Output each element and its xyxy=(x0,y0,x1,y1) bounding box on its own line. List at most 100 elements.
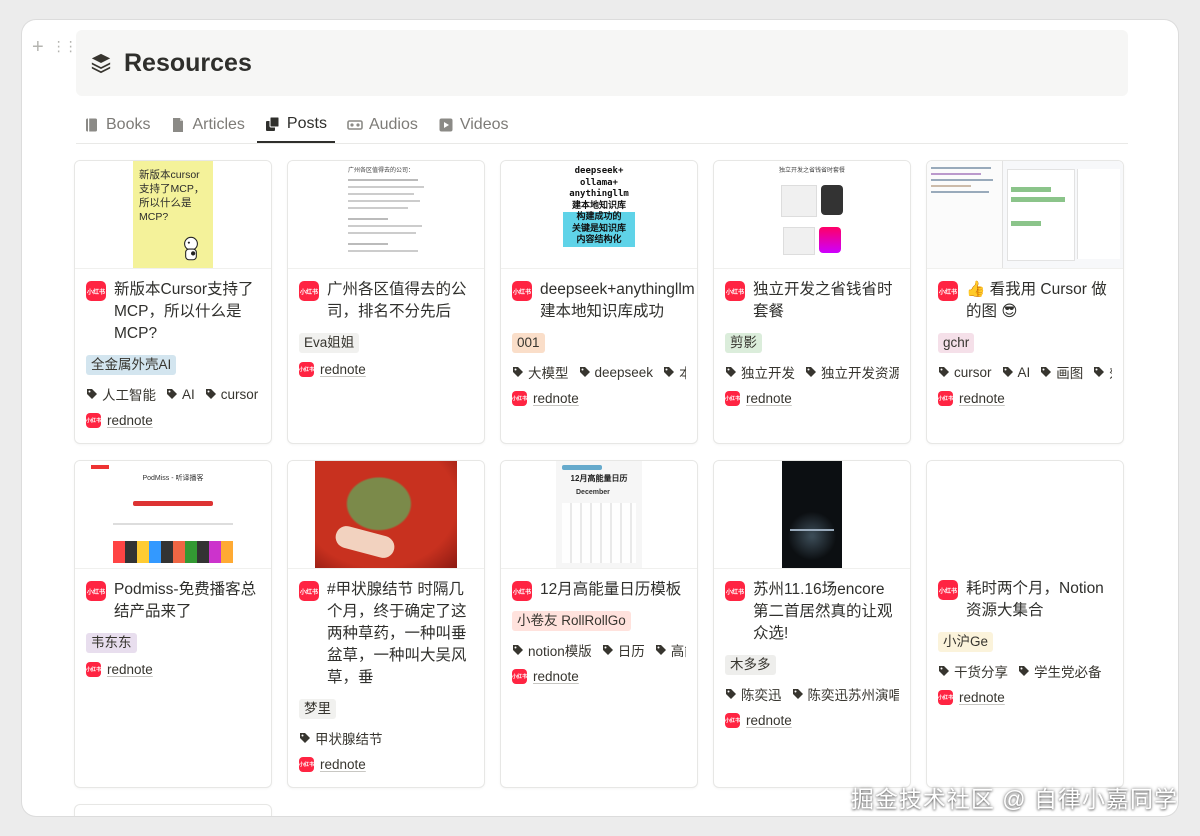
rednote-icon: 小红书 xyxy=(299,281,319,301)
gallery-card[interactable]: 广州各区值得去的公司： 小红书 广州各区值得去的公司，排名不分先后 Eva姐姐 … xyxy=(287,160,485,444)
source-link[interactable]: 小红书 rednote xyxy=(86,662,260,677)
tab-label: Books xyxy=(106,115,151,133)
rednote-icon: 小红书 xyxy=(512,669,527,684)
card-cover-image xyxy=(927,461,1123,568)
cover-text: 建本地知识库 xyxy=(571,200,626,211)
tag-icon xyxy=(726,689,736,699)
tab-books[interactable]: Books xyxy=(76,106,158,143)
tab-audios[interactable]: Audios xyxy=(339,106,426,143)
rednote-icon: 小红书 xyxy=(938,281,958,301)
tag-item: 人工智能 xyxy=(86,384,156,404)
cover-text: anythingllm xyxy=(569,189,629,199)
watermark: 掘金技术社区 @ 自律小嘉同学 xyxy=(850,786,1178,812)
gallery-card[interactable]: 小红书 耗时两个月，Notion资源大集合 小沪Ge 干货分享 学生党必备 效率… xyxy=(926,460,1124,788)
tag-item: cursor xyxy=(938,362,992,382)
card-title: 耗时两个月，Notion资源大集合 xyxy=(966,580,1104,619)
tag-list: 大模型 deepseek 本地 xyxy=(512,362,686,382)
tab-label: Articles xyxy=(192,115,245,133)
database-header: Resources xyxy=(76,30,1128,96)
rednote-icon: 小红书 xyxy=(938,391,953,406)
author-badge: 小沪Ge xyxy=(938,632,994,652)
card-cover-image: 广州各区值得去的公司： xyxy=(288,161,484,269)
tag-list: 甲状腺结节 xyxy=(299,728,473,748)
card-cover-image: 新版本cursor 支持了MCP， 所以什么是 MCP? xyxy=(75,161,271,269)
cover-text: 广州各区值得去的公司： xyxy=(348,168,415,174)
document-icon xyxy=(173,117,184,132)
tag-icon xyxy=(655,645,666,655)
tab-posts[interactable]: Posts xyxy=(256,106,335,143)
rednote-icon: 小红书 xyxy=(86,413,101,428)
source-link[interactable]: 小红书 rednote xyxy=(299,362,473,377)
gallery-card[interactable]: 新版本cursor 支持了MCP， 所以什么是 MCP? 小红书 新版本Curs… xyxy=(74,160,272,444)
rednote-icon: 小红书 xyxy=(299,757,314,772)
tag-list: 独立开发 独立开发资源 xyxy=(725,362,899,382)
card-cover-image xyxy=(288,461,484,569)
video-icon xyxy=(439,118,453,131)
tag-icon xyxy=(300,733,310,743)
rednote-icon: 小红书 xyxy=(512,581,532,601)
author-badge: 剪影 xyxy=(725,333,762,353)
tag-item: 陈奕迅 xyxy=(725,684,782,704)
tag-item: 学生党必备 xyxy=(1018,661,1102,681)
rednote-icon: 小红书 xyxy=(512,391,527,406)
tag-icon xyxy=(806,367,816,377)
rednote-icon: 小红书 xyxy=(86,281,106,301)
tag-icon xyxy=(1019,666,1029,676)
source-link[interactable]: 小红书 rednote xyxy=(86,413,260,428)
author-badge: 木多多 xyxy=(725,655,776,675)
stack-icon xyxy=(91,53,111,74)
source-link[interactable]: 小红书 rednote xyxy=(725,391,899,406)
tab-articles[interactable]: Articles xyxy=(162,106,252,143)
cover-text: 关键是知识库 xyxy=(563,223,635,235)
dog-illustration xyxy=(184,236,198,261)
audio-icon xyxy=(347,119,363,130)
tab-label: Audios xyxy=(368,115,418,133)
gallery-card[interactable] xyxy=(74,804,272,816)
tag-list: 人工智能 AI cursor xyxy=(86,384,260,404)
source-link[interactable]: 小红书 rednote xyxy=(512,669,686,684)
tag-item: AI xyxy=(166,384,195,404)
rednote-icon: 小红书 xyxy=(299,362,314,377)
tag-icon xyxy=(579,367,590,377)
source-link[interactable]: 小红书 rednote xyxy=(938,690,1112,705)
card-cover-image: 独立开发之省钱省时套餐 xyxy=(714,161,910,269)
gallery-card[interactable]: PodMiss - 听译播客 小红书 Podmiss-免费播客总结产品来了 韦东… xyxy=(74,460,272,788)
author-badge: 001 xyxy=(512,333,545,353)
source-link[interactable]: 小红书 rednote xyxy=(512,391,686,406)
tag-item: cursor xyxy=(205,384,258,404)
source-link[interactable]: 小红书 rednote xyxy=(725,713,899,728)
rednote-icon: 小红书 xyxy=(938,580,958,600)
tag-icon xyxy=(939,367,949,377)
drag-handle-icon[interactable]: ⋮⋮ xyxy=(52,36,78,59)
tag-icon xyxy=(513,367,523,377)
card-title: #甲状腺结节 时隔几个月，终于确定了这两种草药，一种叫垂盆草，一种叫大吴风草，垂 xyxy=(327,581,467,686)
gallery-card[interactable]: 小红书 苏州11.16场encore第二首居然真的让观众选! 木多多 陈奕迅 陈… xyxy=(713,460,911,788)
card-cover-image xyxy=(714,461,910,569)
source-link[interactable]: 小红书 rednote xyxy=(938,391,1112,406)
block-gutter: + ⋮⋮ xyxy=(32,36,78,59)
gallery-card[interactable]: 独立开发之省钱省时套餐 小红书 独立开发之省钱省时套餐 剪影 独立开发 独立开发… xyxy=(713,160,911,444)
cover-text: deepseek+ xyxy=(574,166,624,176)
tag-item: deepseek xyxy=(579,362,653,382)
tag-item: 效率 xyxy=(1112,661,1113,681)
posts-icon xyxy=(265,116,280,131)
gallery-card[interactable]: 12月高能量日历 December 小红书 12月高能量日历模板 小卷友 Rol… xyxy=(500,460,698,788)
source-link[interactable]: 小红书 rednote xyxy=(299,757,473,772)
gallery-card[interactable]: deepseek+ ollama+ anythingllm 建本地知识库 构建成… xyxy=(500,160,698,444)
tab-videos[interactable]: Videos xyxy=(430,106,517,143)
tag-item: 画图 xyxy=(1040,362,1083,382)
add-block-icon[interactable]: + xyxy=(32,36,44,59)
author-badge: 全金属外壳AI xyxy=(86,355,177,375)
cover-text: MCP? xyxy=(139,211,169,223)
rednote-icon: 小红书 xyxy=(938,690,953,705)
card-title: Podmiss-免费播客总结产品来了 xyxy=(114,581,257,620)
gallery-card[interactable]: 小红书 #甲状腺结节 时隔几个月，终于确定了这两种草药，一种叫垂盆草，一种叫大吴… xyxy=(287,460,485,788)
tag-item: 日历 xyxy=(602,640,645,660)
tag-item: 大模型 xyxy=(512,362,569,382)
rednote-icon: 小红书 xyxy=(299,581,319,601)
card-title: 新版本Cursor支持了MCP，所以什么是MCP? xyxy=(114,281,254,342)
gallery-card[interactable]: 小红书 👍 看我用 Cursor 做的图 😎 gchr cursor AI 画图… xyxy=(926,160,1124,444)
cover-text: 所以什么是 xyxy=(139,197,192,209)
tab-label: Posts xyxy=(286,114,327,132)
tag-icon xyxy=(792,689,803,699)
